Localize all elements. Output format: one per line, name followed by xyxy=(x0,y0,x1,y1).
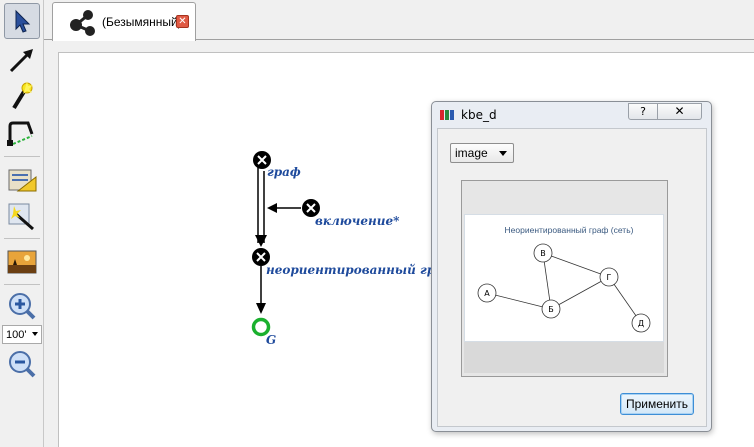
edge-relation-arc[interactable] xyxy=(267,203,301,213)
apply-button[interactable]: Применить xyxy=(620,393,694,415)
dialog-title: kbe_d xyxy=(461,108,497,122)
chevron-down-icon xyxy=(32,332,38,336)
edge-tool-button[interactable] xyxy=(4,42,40,78)
svg-text:Г: Г xyxy=(607,273,612,282)
help-button[interactable]: ? xyxy=(628,103,658,120)
chevron-down-icon xyxy=(499,151,507,156)
magic-tool-button[interactable] xyxy=(4,78,40,114)
toolbar-separator xyxy=(4,238,40,239)
zoom-in-button[interactable] xyxy=(4,288,40,324)
tab-close-button[interactable]: ✕ xyxy=(176,15,189,28)
zoom-out-button[interactable] xyxy=(4,346,40,382)
preview-graph: Неориентированный граф (сеть) А Б В Г Д xyxy=(477,225,651,333)
layout-icon xyxy=(8,169,37,192)
arrow-icon xyxy=(9,49,33,73)
tab-bar: (Безымянный) ✕ xyxy=(44,0,754,41)
kbe-dialog: kbe_d ? ✕ image Неориентированный граф (… xyxy=(431,101,712,432)
zoom-in-icon xyxy=(9,293,36,320)
auto-tool-button[interactable] xyxy=(4,198,40,234)
layout-tool-button[interactable] xyxy=(4,162,40,198)
dialog-close-button[interactable]: ✕ xyxy=(657,103,702,120)
tab-untitled[interactable]: (Безымянный) ✕ xyxy=(52,2,196,41)
left-toolbar: 100' xyxy=(0,0,44,447)
node-label: включение* xyxy=(315,214,400,228)
magic-wand-icon xyxy=(12,81,33,110)
image-tool-button[interactable] xyxy=(4,244,40,280)
preview-vertex: Д xyxy=(631,313,651,333)
toolbar-separator xyxy=(4,284,40,285)
svg-text:Б: Б xyxy=(548,305,554,314)
toolbar-separator xyxy=(4,156,40,157)
preview-vertex: Б xyxy=(541,299,561,319)
edge-inclusion[interactable] xyxy=(255,166,267,247)
select-tool-button[interactable] xyxy=(4,3,40,39)
cursor-arrow-icon xyxy=(15,9,31,33)
preview-vertex: А xyxy=(477,283,497,303)
preview-title: Неориентированный граф (сеть) xyxy=(505,225,634,235)
kbe-logo-icon xyxy=(440,110,454,120)
graph-logo-icon xyxy=(70,10,95,36)
edge-member[interactable] xyxy=(256,266,266,314)
node-label: неориентированный граф xyxy=(266,263,454,277)
preview-vertex: Г xyxy=(599,267,619,287)
preview-edge xyxy=(542,252,610,278)
zoom-level-value: 100' xyxy=(6,328,27,341)
mode-select-value: image xyxy=(455,146,488,160)
connector-icon xyxy=(7,121,34,146)
svg-text:Д: Д xyxy=(638,319,644,328)
preview-footer xyxy=(464,342,664,373)
connector-tool-button[interactable] xyxy=(4,116,40,152)
zoom-level-select[interactable]: 100' xyxy=(2,325,42,344)
preview-frame: Неориентированный граф (сеть) А Б В Г Д xyxy=(461,180,668,377)
dialog-body: image Неориентированный граф (сеть) А Б … xyxy=(437,128,707,427)
mode-select[interactable]: image xyxy=(450,143,514,163)
svg-text:В: В xyxy=(540,249,546,258)
image-icon xyxy=(7,250,37,274)
wand-grid-icon xyxy=(8,203,34,231)
node-label: G xyxy=(266,333,277,347)
svg-text:А: А xyxy=(484,289,490,298)
zoom-out-icon xyxy=(9,351,36,378)
preview-edge xyxy=(486,292,552,310)
tab-title: (Безымянный) xyxy=(102,15,182,29)
preview-vertex: В xyxy=(533,243,553,263)
preview-image: Неориентированный граф (сеть) А Б В Г Д xyxy=(464,214,664,342)
preview-edge xyxy=(550,276,610,310)
node-label: граф xyxy=(267,165,301,179)
